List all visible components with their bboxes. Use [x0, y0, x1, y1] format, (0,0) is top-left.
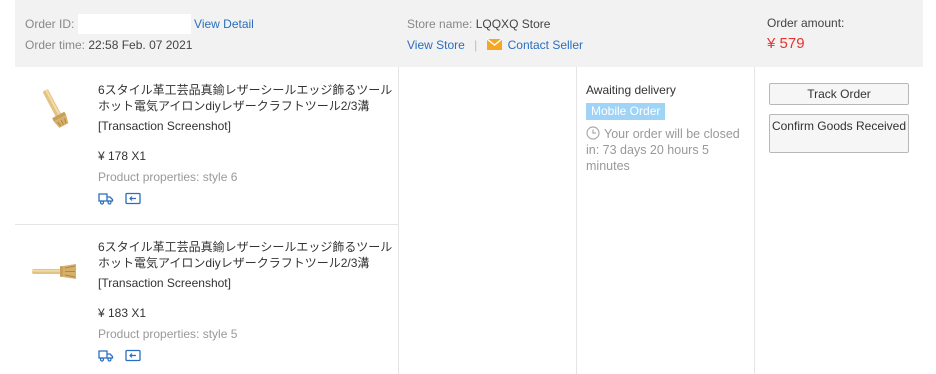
- product-price: ¥ 178 X1: [98, 149, 147, 163]
- shipping-truck-icon[interactable]: [98, 349, 114, 362]
- order-header: Order ID: View Detail Order time: 22:58 …: [15, 0, 923, 67]
- track-order-button[interactable]: Track Order: [769, 83, 909, 105]
- order-status-column: Awaiting delivery Mobile Order Your orde…: [586, 82, 754, 174]
- product-properties: Product properties: style 5: [98, 327, 238, 341]
- order-id-label: Order ID:: [25, 17, 75, 31]
- order-amount-label: Order amount:: [767, 16, 845, 30]
- shipping-truck-icon[interactable]: [98, 192, 114, 205]
- contact-seller-link[interactable]: Contact Seller: [486, 38, 583, 52]
- link-separator: |: [474, 38, 478, 52]
- order-time-label: Order time:: [25, 38, 86, 52]
- countdown-text: Your order will be closed in: 73 days 20…: [586, 127, 740, 173]
- product-title-link[interactable]: 6スタイル革工芸品真鍮レザーシールエッジ飾るツールホット電気アイロンdiyレザー…: [98, 239, 398, 271]
- envelope-icon: [486, 39, 502, 50]
- store-name-value: LQQXQ Store: [475, 17, 551, 31]
- column-divider: [754, 67, 755, 374]
- order-amount-value: ¥ 579: [767, 35, 805, 52]
- transaction-screenshot-link[interactable]: [Transaction Screenshot]: [98, 275, 231, 291]
- product-price: ¥ 183 X1: [98, 306, 147, 320]
- product-item: 6スタイル革工芸品真鍮レザーシールエッジ飾るツールホット電気アイロンdiyレザー…: [15, 67, 398, 221]
- product-item: 6スタイル革工芸品真鍮レザーシールエッジ飾るツールホット電気アイロンdiyレザー…: [15, 224, 398, 374]
- order-countdown: Your order will be closed in: 73 days 20…: [586, 126, 754, 174]
- return-policy-icon[interactable]: [125, 349, 141, 362]
- order-card: Order ID: View Detail Order time: 22:58 …: [0, 0, 936, 374]
- clock-icon: [586, 126, 600, 140]
- view-detail-link[interactable]: View Detail: [194, 17, 254, 31]
- product-service-icons: [98, 192, 149, 206]
- order-id-row: Order ID: View Detail: [25, 14, 254, 34]
- order-time-row: Order time: 22:58 Feb. 07 2021: [25, 35, 192, 55]
- product-service-icons: [98, 349, 149, 363]
- column-divider: [576, 67, 577, 374]
- column-divider: [398, 67, 399, 374]
- product-thumbnail[interactable]: [29, 246, 79, 296]
- order-id-value-redacted: [77, 14, 191, 34]
- store-name-label: Store name:: [407, 17, 473, 31]
- order-status-text: Awaiting delivery: [586, 83, 676, 97]
- order-body: 6スタイル革工芸品真鍮レザーシールエッジ飾るツールホット電気アイロンdiyレザー…: [15, 67, 923, 374]
- store-links-row: View Store | Contact Seller: [407, 35, 583, 55]
- product-thumbnail[interactable]: [29, 82, 79, 132]
- store-name-row: Store name: LQQXQ Store: [407, 14, 550, 34]
- confirm-goods-received-button[interactable]: Confirm Goods Received: [769, 114, 909, 153]
- product-properties: Product properties: style 6: [98, 170, 238, 184]
- order-time-value: 22:58 Feb. 07 2021: [88, 38, 193, 52]
- product-title-link[interactable]: 6スタイル革工芸品真鍮レザーシールエッジ飾るツールホット電気アイロンdiyレザー…: [98, 82, 398, 114]
- order-actions: Track Order Confirm Goods Received: [769, 83, 909, 153]
- return-policy-icon[interactable]: [125, 192, 141, 205]
- mobile-order-badge: Mobile Order: [586, 103, 666, 120]
- transaction-screenshot-link[interactable]: [Transaction Screenshot]: [98, 118, 231, 134]
- view-store-link[interactable]: View Store: [407, 38, 465, 52]
- contact-seller-label: Contact Seller: [507, 38, 583, 52]
